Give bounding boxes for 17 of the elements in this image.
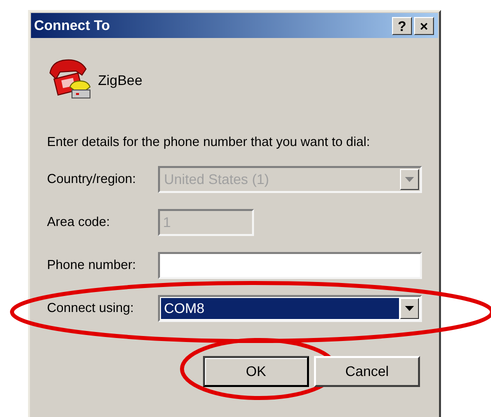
- field-label: Phone number:: [47, 256, 137, 274]
- window-title: Connect To: [34, 16, 110, 35]
- close-button[interactable]: ×: [414, 16, 434, 34]
- dropdown-field[interactable]: COM8: [158, 294, 422, 322]
- input-field[interactable]: [158, 252, 422, 278]
- dropdown-arrow-button[interactable]: [400, 298, 419, 318]
- instruction-text: Enter details for the phone number that you want to dial:: [47, 133, 372, 151]
- field-label: Area code:: [47, 213, 111, 232]
- dialog-button[interactable]: OK: [203, 356, 309, 386]
- dialog-button[interactable]: Cancel: [314, 356, 420, 386]
- caret-down-icon: [405, 176, 414, 182]
- caret-down-icon: [405, 306, 414, 310]
- field-label: Connect using:: [47, 299, 135, 318]
- connection-name: ZigBee: [98, 70, 142, 90]
- field-label: Country/region:: [47, 170, 137, 188]
- help-button[interactable]: ?: [392, 16, 412, 34]
- selected-value: COM8: [161, 298, 399, 318]
